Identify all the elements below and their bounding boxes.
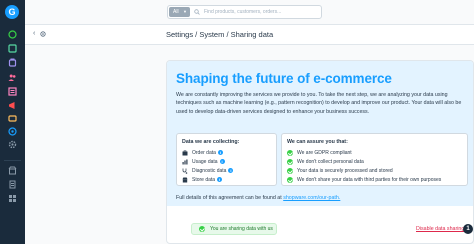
status-text: You are sharing data with us [210, 226, 273, 232]
list-item: We don't share your data with third part… [287, 175, 441, 184]
disable-data-sharing-link[interactable]: Disable data sharing [416, 226, 464, 232]
assurance-title: We can assure you that: [287, 139, 348, 145]
check-circle-icon [199, 226, 205, 232]
check-circle-icon [287, 167, 293, 174]
list-item: We don't collect personal data [287, 157, 441, 166]
search-icon [194, 9, 200, 15]
admin-sidebar: G [0, 0, 25, 244]
orders-icon[interactable] [8, 58, 17, 67]
main-content: Shaping the future of e-commerce We are … [25, 45, 474, 244]
shop-icon[interactable] [8, 166, 17, 175]
document-icon[interactable] [8, 180, 17, 189]
info-icon[interactable]: i [228, 168, 234, 173]
search-input[interactable]: Find products, customers, orders... [204, 9, 281, 15]
shopping-bag-icon [182, 150, 188, 155]
agreement-link[interactable]: shopware.com/our-path. [283, 195, 340, 201]
customers-icon[interactable] [8, 73, 17, 81]
search-scope-select[interactable]: All ▼ [169, 7, 190, 17]
list-item: Your data is securely processed and stor… [287, 166, 441, 175]
list-item: Diagnostic data i [182, 166, 234, 175]
global-search[interactable]: All ▼ Find products, customers, orders..… [167, 5, 322, 19]
page-title: Shaping the future of e-commerce [176, 71, 392, 86]
shopware-logo[interactable]: G [5, 5, 19, 19]
list-item: We are GDPR compliant [287, 148, 441, 157]
assurance-item-label: We don't share your data with third part… [297, 176, 442, 183]
chart-icon [182, 159, 188, 164]
list-item: Store data i [182, 175, 233, 184]
info-icon[interactable]: i [217, 150, 223, 155]
collecting-item-label: Usage data [192, 158, 218, 165]
info-icon[interactable]: i [217, 177, 223, 182]
collecting-item-label: Diagnostic data [192, 167, 227, 174]
settings-context-icon[interactable] [40, 31, 46, 37]
sharing-status-badge: You are sharing data with us [191, 223, 277, 235]
assurance-list: We are GDPR compliant We don't collect p… [287, 148, 441, 184]
check-circle-icon [287, 158, 293, 165]
agreement-text: Full details of this agreement can be fo… [176, 195, 282, 201]
stethoscope-icon [182, 168, 188, 174]
agreement-details: Full details of this agreement can be fo… [176, 195, 340, 201]
collecting-title: Data we are collecting: [182, 139, 240, 145]
intro-text: We are constantly improving the services… [176, 92, 462, 115]
sharing-data-card: Shaping the future of e-commerce We are … [166, 60, 474, 244]
assurance-item-label: We don't collect personal data [297, 158, 364, 165]
check-circle-icon [287, 149, 293, 156]
sales-channel-icon[interactable] [8, 127, 17, 136]
content-icon[interactable] [8, 87, 17, 96]
collecting-item-label: Store data [192, 176, 216, 183]
dashboard-icon[interactable] [8, 30, 17, 39]
chevron-down-icon: ▼ [183, 9, 187, 14]
assurance-box: We can assure you that: We are GDPR comp… [281, 133, 468, 186]
collecting-item-label: Order data [192, 149, 216, 156]
list-item: Usage data i [182, 157, 233, 166]
marketing-icon[interactable] [8, 101, 17, 109]
breadcrumb: Settings / System / Sharing data [166, 30, 274, 39]
settings-icon[interactable] [8, 140, 17, 149]
list-item: Order data i [182, 148, 233, 157]
sidebar-divider [4, 160, 21, 161]
catalogue-icon[interactable] [8, 44, 17, 53]
extensions-icon[interactable] [8, 114, 17, 122]
collecting-box: Data we are collecting: Order data i Usa… [176, 133, 277, 186]
smart-bar: ‹ Settings / System / Sharing data [25, 25, 474, 45]
info-icon[interactable]: i [219, 159, 225, 164]
collecting-list: Order data i Usage data i Diagnostic dat… [182, 148, 234, 184]
grid-icon[interactable] [8, 194, 17, 202]
help-badge[interactable]: 1 [463, 224, 473, 234]
card-hero: Shaping the future of e-commerce We are … [167, 61, 473, 206]
assurance-item-label: We are GDPR compliant [297, 149, 352, 156]
assurance-item-label: Your data is securely processed and stor… [297, 167, 393, 174]
top-bar: All ▼ Find products, customers, orders..… [25, 0, 474, 25]
search-scope-label: All [173, 9, 179, 15]
check-circle-icon [287, 176, 293, 183]
back-chevron-icon[interactable]: ‹ [33, 30, 35, 37]
store-icon [182, 177, 188, 182]
